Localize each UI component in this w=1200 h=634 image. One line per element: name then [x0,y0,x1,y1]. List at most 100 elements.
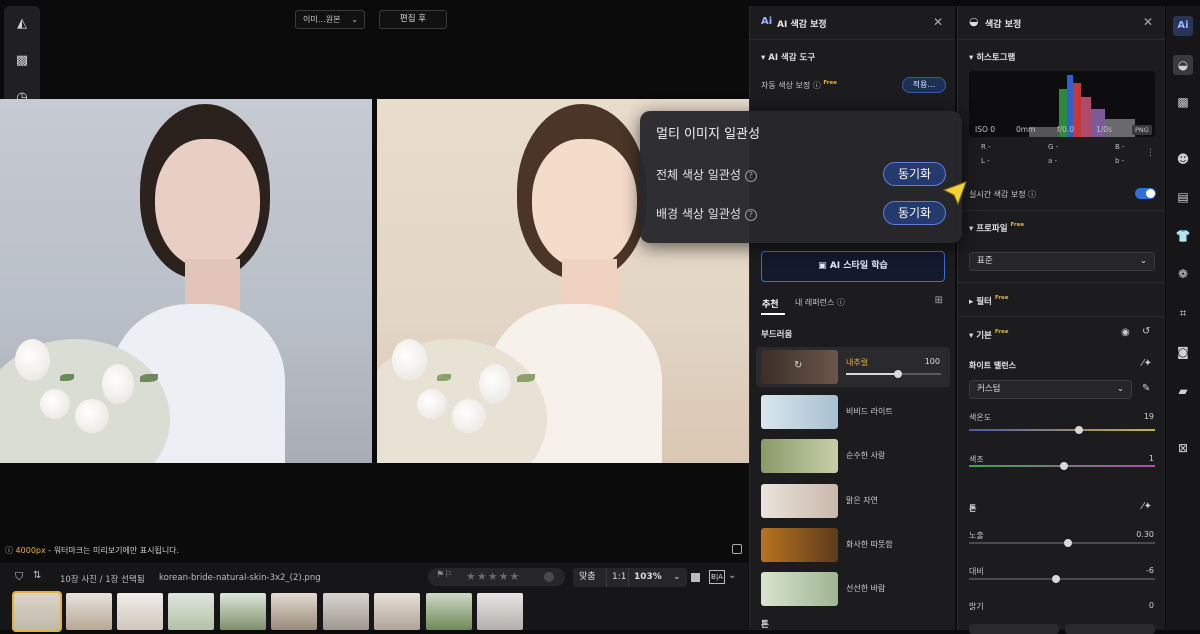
filter-icon[interactable]: ⛉ [15,570,23,584]
exposure-slider[interactable] [969,539,1155,547]
bottom-button-left[interactable] [969,624,1059,634]
profile-select[interactable]: 표준 ⌄ [969,252,1155,271]
right-tool-strip: Ai ◒ ▩ ☻ ▤ 👕 ❁ ⌗ ◙ ▰ ⊠ [1166,6,1200,630]
auto-wand-icon[interactable]: ⁄✦ [1142,358,1152,369]
ai-panel-header: Ai AI 색감 보정 ✕ [750,6,955,40]
grid-add-icon[interactable]: ⊞ [935,295,943,306]
pet-icon[interactable]: ❁ [1173,264,1193,284]
sync-background-button[interactable]: 동기화 [883,201,946,225]
sync-overall-button[interactable]: 동기화 [883,162,946,186]
watermark-note: ⓘ 4000px - 워터마크는 미리보기에만 표시됩니다. [5,546,180,555]
before-after-view-icon[interactable]: B|A [709,570,725,584]
split-compare-icon[interactable] [732,544,742,554]
crop-icon[interactable]: ⌗ [1173,303,1193,323]
thumbnail[interactable] [323,593,369,630]
divider [958,282,1165,283]
ai-enhance-icon[interactable]: ◭ [12,14,32,34]
thumbnail[interactable] [271,593,317,630]
bookmark-icon[interactable]: ⊠ [1173,438,1193,458]
style-item[interactable]: 화사한 따뜻함 [756,525,950,565]
white-balance-select[interactable]: 커스텀 ⌄ [969,380,1132,399]
grain-icon[interactable]: ▩ [1173,92,1193,112]
folder-icon[interactable]: ▰ [1173,381,1193,401]
style-item[interactable]: 비비드 라이트 [756,392,950,432]
background-consistency-label: 배경 색상 일관성? [656,205,757,222]
after-edit-button[interactable]: 편집 후 [379,10,447,29]
rating-group: ⚑⚐ ★★★★★ [428,568,565,586]
filter-section[interactable]: ▸ 필터 Free [969,295,1008,307]
color-label-icon[interactable] [544,572,554,582]
photo-count: 10장 사진 / 1장 선택됨 [60,575,145,585]
tint-slider[interactable] [969,462,1155,470]
view-mode-select[interactable]: 이미…원본 ⌄ [295,10,365,29]
fit-button[interactable]: 맞춤 [579,568,596,587]
basic-section[interactable]: ▾ 기본 Free [969,329,1008,341]
readout-a: a - [1048,157,1058,165]
single-view-icon[interactable] [691,573,700,582]
style-item-natural[interactable]: ↻ 내추럴 100 [756,347,950,387]
background-icon[interactable]: ▤ [1173,187,1193,207]
help-icon[interactable]: ? [744,209,757,221]
close-icon[interactable]: ✕ [933,15,943,29]
temperature-value: 19 [1143,412,1154,421]
slider-knob[interactable] [1052,575,1061,583]
apply-button[interactable]: 적용… [902,77,946,93]
clothing-icon[interactable]: 👕 [1173,226,1193,246]
face-icon[interactable]: ☻ [1173,149,1193,169]
temperature-slider[interactable] [969,426,1155,434]
slider-knob[interactable] [1059,462,1068,470]
histogram-section[interactable]: ▾ 히스토그램 [969,51,1015,63]
contrast-label: 대비 [969,567,984,576]
auto-wand-icon[interactable]: ⁄✦ [1142,501,1152,512]
exif-shutter: 1/0s [1096,125,1112,134]
ai-style-learn-button[interactable]: ▣ AI 스타일 학습 [761,251,945,282]
style-item[interactable]: 순수한 사랑 [756,436,950,476]
grain-icon[interactable]: ▩ [12,51,32,71]
style-item[interactable]: 선선한 바람 [756,569,950,609]
realtime-toggle[interactable] [1135,188,1156,199]
tab-recommend[interactable]: 추천 [762,297,779,310]
contrast-slider[interactable] [969,575,1155,583]
bottom-button-right[interactable] [1065,624,1155,634]
sort-icon[interactable]: ⇅ [33,570,41,581]
style-name: 순수한 사랑 [846,451,886,460]
star-rating[interactable]: ★★★★★ [466,570,520,583]
thumbnail[interactable] [374,593,420,630]
style-item[interactable]: 맑은 자연 [756,481,950,521]
profile-section[interactable]: ▾ 프로파일 Free [969,222,1024,234]
zoom-level[interactable]: 103% [628,568,662,587]
brightness-label: 밝기 [969,602,984,611]
thumbnail[interactable] [477,593,523,630]
chevron-down-icon[interactable]: ⌄ [728,570,736,581]
thumbnail[interactable] [168,593,214,630]
eyedropper-icon[interactable]: ✎ [1142,383,1150,394]
slider-knob[interactable] [1074,426,1083,434]
help-icon[interactable]: ⓘ [813,81,821,90]
tab-my-reference[interactable]: 내 레퍼런스 ⓘ [795,297,845,308]
thumbnail[interactable] [426,593,472,630]
style-strength-slider[interactable] [846,370,941,378]
one-to-one-button[interactable]: 1:1 [606,568,626,587]
thumbnail[interactable] [117,593,163,630]
flag-icon[interactable]: ⚑⚐ [436,570,452,580]
thumbnail[interactable] [12,591,62,632]
more-icon[interactable]: ⋮ [1146,148,1155,158]
ai-logo-icon[interactable]: Ai [1173,16,1193,36]
help-icon[interactable]: ⓘ [1028,190,1036,199]
thumbnail[interactable] [220,593,266,630]
close-icon[interactable]: ✕ [1143,15,1153,29]
palette-icon: ◒ [969,15,979,28]
slider-knob[interactable] [1063,539,1072,547]
palette-icon[interactable]: ◒ [1173,55,1193,75]
help-icon[interactable]: ? [744,170,757,182]
visibility-icon[interactable]: ◉ [1121,327,1130,338]
ai-panel-title: AI 색감 보정 [777,20,827,30]
thumbnail[interactable] [66,593,112,630]
ai-tools-section[interactable]: ▾ AI 색감 도구 [761,51,815,63]
color-panel-header: ◒ 색감 보정 ✕ [958,6,1165,40]
slider-knob[interactable] [894,370,903,378]
camera-icon[interactable]: ◙ [1173,342,1193,362]
tone-section: 톤 [969,504,977,513]
help-icon[interactable]: ⓘ [837,298,845,307]
reset-icon[interactable]: ↺ [1142,326,1150,337]
